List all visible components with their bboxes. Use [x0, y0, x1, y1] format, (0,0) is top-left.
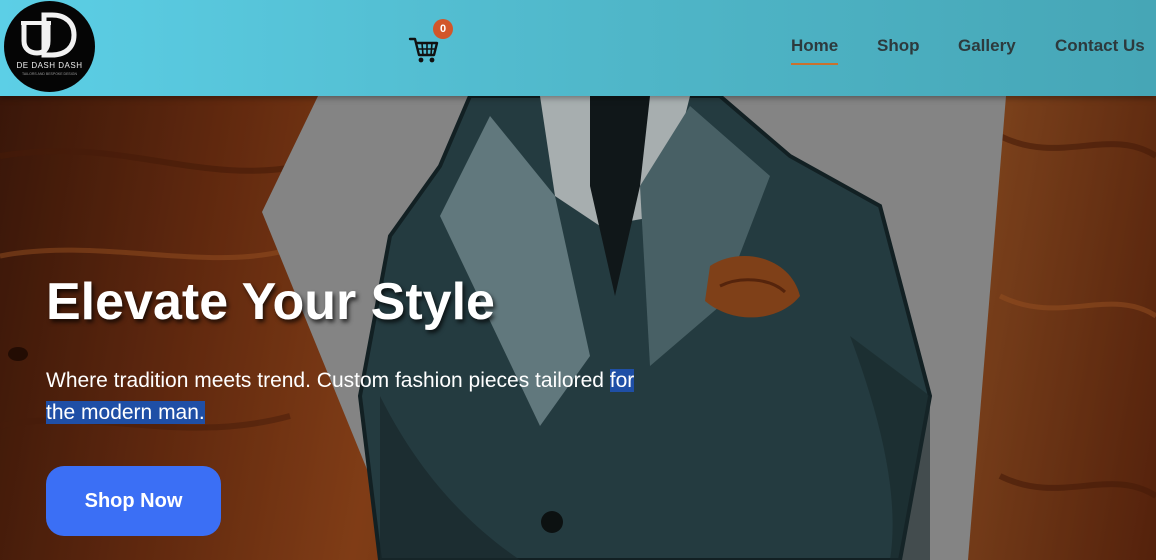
brand-logo[interactable]: DE DASH DASH TAILORS AND BESPOKE DESIGN [4, 1, 95, 92]
shopping-cart-icon [408, 37, 439, 63]
nav-contact-us[interactable]: Contact Us [1055, 36, 1145, 58]
nav-gallery[interactable]: Gallery [958, 36, 1016, 58]
site-header: DE DASH DASH TAILORS AND BESPOKE DESIGN … [0, 0, 1156, 96]
hero-title: Elevate Your Style [46, 273, 495, 331]
nav-home[interactable]: Home [791, 36, 839, 65]
cart-button[interactable] [408, 33, 440, 65]
cart-count-badge: 0 [433, 19, 453, 39]
logo-wordmark: DE DASH DASH [16, 61, 83, 70]
shop-now-button[interactable]: Shop Now [46, 466, 221, 536]
logo-tagline: TAILORS AND BESPOKE DESIGN [22, 72, 77, 76]
logo-monogram-icon [21, 12, 77, 58]
hero-subtitle: Where tradition meets trend. Custom fash… [46, 365, 646, 429]
nav-shop[interactable]: Shop [877, 36, 920, 58]
hero-subtitle-text: Where tradition meets trend. Custom fash… [46, 369, 610, 392]
